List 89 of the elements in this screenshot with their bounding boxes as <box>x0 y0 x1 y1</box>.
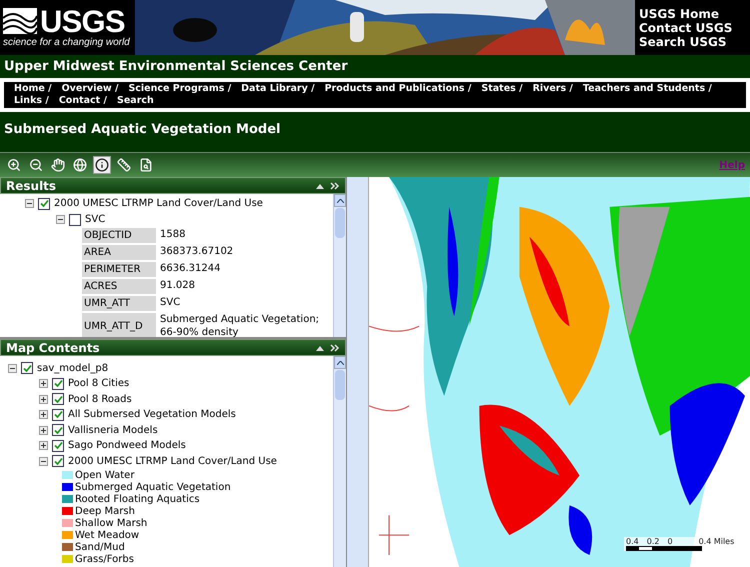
zoom-out-icon[interactable] <box>27 156 45 174</box>
expand-icon[interactable] <box>39 441 48 450</box>
checkbox[interactable] <box>52 424 64 436</box>
collapse-arrow-icon[interactable] <box>316 182 324 188</box>
legend-label: Rooted Floating Aquatics <box>75 492 200 506</box>
layer-label[interactable]: Sago Pondweed Models <box>68 438 186 454</box>
checkbox[interactable] <box>38 198 50 210</box>
zoom-in-icon[interactable] <box>5 156 23 174</box>
globe-icon[interactable] <box>71 156 89 174</box>
collapse-arrow-icon[interactable] <box>316 344 324 350</box>
ruler-icon[interactable] <box>115 156 133 174</box>
checkbox[interactable] <box>52 378 64 390</box>
nav-link[interactable]: States / <box>481 83 523 95</box>
attribute-name: UMR_ATT <box>82 296 156 311</box>
attribute-name: PERIMETER <box>82 262 156 277</box>
logo-tagline: science for a changing world <box>3 36 131 50</box>
collapse-icon[interactable] <box>8 364 17 372</box>
expand-icon[interactable] <box>39 426 48 435</box>
nav-link[interactable]: Links / <box>14 95 49 107</box>
legend-label: Submerged Aquatic Vegetation <box>75 480 231 494</box>
scroll-up-icon[interactable] <box>336 360 344 364</box>
header-link[interactable]: USGS Home <box>639 6 746 20</box>
scrollbar[interactable] <box>333 356 346 567</box>
panel-title: Map Contents <box>6 340 101 356</box>
attribute-name: AREA <box>82 245 156 260</box>
checkbox[interactable] <box>52 408 64 421</box>
collapse-icon[interactable] <box>56 215 65 224</box>
scroll-thumb[interactable] <box>335 208 345 238</box>
nav-link[interactable]: Science Programs / <box>128 83 232 95</box>
wave-logo-icon <box>3 8 37 34</box>
attribute-value: 1588 <box>159 228 186 242</box>
checkbox[interactable] <box>52 440 64 452</box>
panel-title: Results <box>6 178 58 194</box>
attribute-value: 6636.31244 <box>159 262 222 276</box>
scale-label: 0 <box>667 537 673 546</box>
legend-label: Shallow Marsh <box>75 516 148 530</box>
attribute-name: ACRES <box>82 279 156 294</box>
header-link[interactable]: Search USGS <box>639 34 746 48</box>
nav-link[interactable]: Search <box>117 95 154 107</box>
checkbox[interactable] <box>52 455 64 468</box>
nav-link[interactable]: Contact / <box>58 95 107 107</box>
scroll-up-icon[interactable] <box>336 198 344 202</box>
nav-link[interactable]: Overview / <box>62 83 118 95</box>
scrollbar[interactable] <box>333 194 346 337</box>
collapse-icon[interactable] <box>39 456 48 466</box>
logo-wordmark: USGS <box>40 6 125 37</box>
nav-link[interactable]: Teachers and Students / <box>582 83 712 95</box>
collapse-icon[interactable] <box>25 199 34 208</box>
nav-link[interactable]: Data Library / <box>241 83 315 95</box>
double-chevron-icon[interactable] <box>330 182 340 190</box>
nav-link[interactable]: Rivers / <box>532 83 573 95</box>
double-chevron-icon[interactable] <box>330 344 340 352</box>
layer-label[interactable]: sav_model_p8 <box>37 360 108 376</box>
expand-icon[interactable] <box>39 410 48 420</box>
attribute-name: UMR_ATT_D <box>82 313 156 337</box>
attribute-value: 91.028 <box>159 279 196 293</box>
layer-label[interactable]: Pool 8 Cities <box>68 376 130 392</box>
scale-label: 0.2 <box>646 537 660 546</box>
attribute-value: SVC <box>159 296 182 310</box>
scale-label: 0.4 <box>626 537 639 546</box>
legend-label: Deep Marsh <box>75 504 135 518</box>
nav-link[interactable]: Products and Publications / <box>324 83 472 95</box>
expand-icon[interactable] <box>39 379 48 388</box>
attribute-name: OBJECTID <box>82 228 156 243</box>
checkbox[interactable] <box>21 362 33 374</box>
usgs-logo[interactable]: USGS science for a changing world <box>0 0 135 55</box>
legend-label: Sand/Mud <box>75 540 125 554</box>
nav-link[interactable]: Home / <box>14 83 52 95</box>
layer-label[interactable]: 2000 UMESC LTRMP Land Cover/Land Use <box>54 196 263 211</box>
layer-label[interactable]: 2000 UMESC LTRMP Land Cover/Land Use <box>68 454 277 469</box>
legend-label: Wet Meadow <box>75 528 140 542</box>
checkbox[interactable] <box>52 393 64 406</box>
checkbox[interactable] <box>69 214 81 226</box>
header-link[interactable]: Contact USGS <box>639 20 746 34</box>
page-title: Submersed Aquatic Vegetation Model <box>4 122 280 137</box>
attribute-value: 368373.67102 <box>159 245 234 259</box>
legend-label: Open Water <box>75 468 134 482</box>
center-title: Upper Midwest Environmental Sciences Center <box>4 58 348 76</box>
layer-label[interactable]: Vallisneria Models <box>68 422 158 438</box>
attribute-value: Submerged Aquatic Vegetation; 66-90% density <box>159 313 320 337</box>
expand-icon[interactable] <box>39 394 48 404</box>
layer-label[interactable]: Pool 8 Roads <box>68 392 132 407</box>
layer-label[interactable]: All Submersed Vegetation Models <box>68 407 236 422</box>
scale-label: 0.4 Miles <box>698 537 734 546</box>
feature-label[interactable]: SVC <box>85 212 106 227</box>
hand-icon[interactable] <box>49 156 67 174</box>
info-icon[interactable] <box>93 156 111 174</box>
scroll-thumb[interactable] <box>335 370 345 400</box>
legend-label: Grass/Forbs <box>75 552 134 566</box>
